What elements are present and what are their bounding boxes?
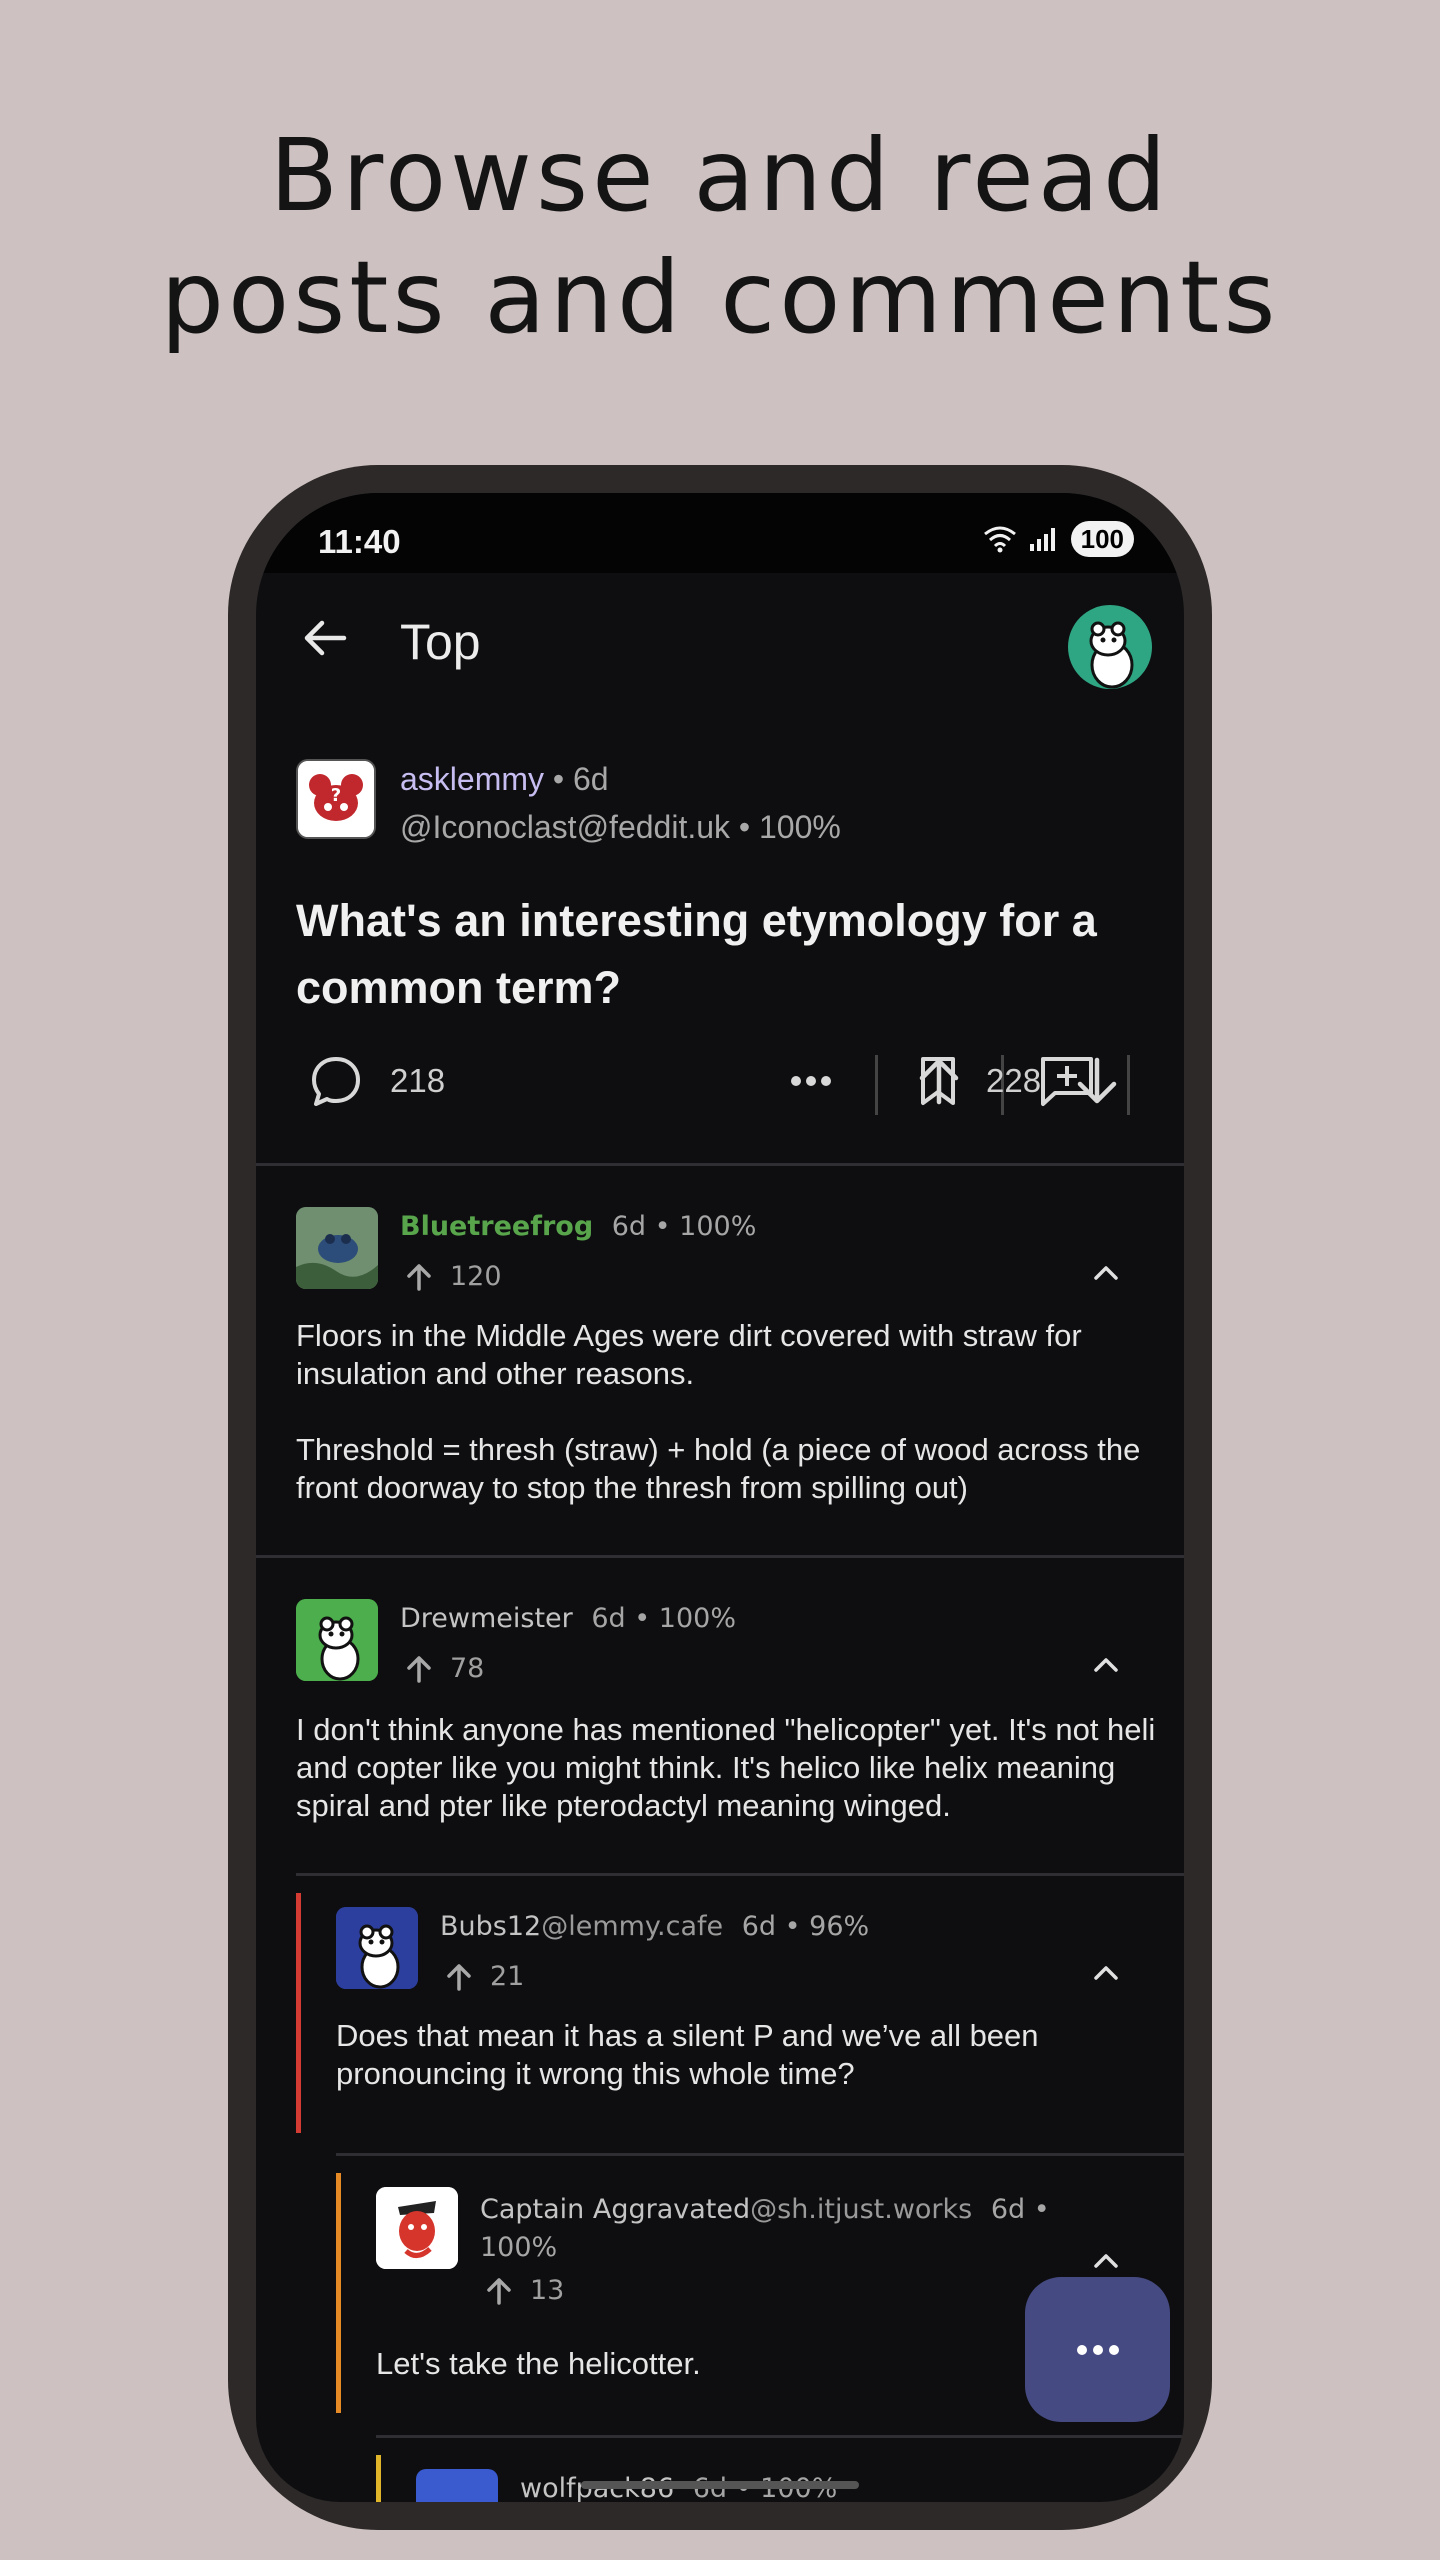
captain-avatar-icon bbox=[376, 2187, 458, 2269]
commenter-avatar[interactable] bbox=[296, 1599, 378, 1681]
phone-screen: 11:40 100 Top ? asklemmy • 6d @Iconoclas… bbox=[256, 493, 1184, 2502]
comment-meta-text: 6d • bbox=[990, 2194, 1050, 2225]
post-community-line: asklemmy • 6d bbox=[400, 761, 609, 798]
more-dots-icon bbox=[1076, 2344, 1119, 2355]
more-actions-fab[interactable] bbox=[1025, 2277, 1170, 2422]
post-vote-cluster: 228 bbox=[256, 1041, 1184, 1121]
upvote-icon bbox=[407, 1263, 431, 1291]
commenter-avatar[interactable] bbox=[376, 2187, 458, 2269]
chevron-up-icon[interactable] bbox=[1086, 1645, 1126, 1685]
frog-avatar-icon bbox=[296, 1207, 378, 1289]
comment-username[interactable]: Captain Aggravated bbox=[480, 2194, 750, 2225]
comment-divider bbox=[296, 1873, 1184, 1876]
comment-score-value: 120 bbox=[450, 1261, 502, 1292]
headline-line-1: Browse and read bbox=[269, 117, 1171, 234]
page-title: Top bbox=[400, 614, 481, 670]
commenter-avatar[interactable] bbox=[296, 1207, 378, 1289]
post-upvote-ratio: • 100% bbox=[738, 809, 841, 845]
downvote-icon bbox=[1077, 1057, 1117, 1104]
comment-score[interactable]: 21 bbox=[444, 1961, 524, 1992]
comment-instance: @sh.itjust.works bbox=[750, 2194, 973, 2225]
comment-meta-text: 6d • 96% bbox=[741, 1911, 870, 1942]
lemmy-mascot-icon bbox=[336, 1907, 418, 1989]
community-name[interactable]: asklemmy bbox=[400, 761, 544, 797]
comment-body: I don't think anyone has mentioned "heli… bbox=[296, 1712, 1156, 1823]
comment-divider bbox=[256, 1555, 1184, 1558]
comment-instance: @lemmy.cafe bbox=[541, 1911, 724, 1942]
comment-item: Bluetreefrog 6d • 100% 120 Floors in the… bbox=[256, 1167, 1184, 1505]
top-app-bar: Top bbox=[256, 573, 1184, 693]
comment-body: Floors in the Middle Ages were dirt cove… bbox=[296, 1317, 1156, 1507]
chevron-up-icon[interactable] bbox=[1086, 1253, 1126, 1293]
comment-divider bbox=[376, 2435, 1184, 2438]
status-icons: 100 bbox=[983, 521, 1134, 557]
downvote-button[interactable] bbox=[1074, 1041, 1120, 1121]
comment-meta: Drewmeister 6d • 100% bbox=[400, 1603, 736, 1634]
headline: Browse and read posts and comments bbox=[0, 115, 1440, 359]
upvote-button[interactable] bbox=[916, 1041, 962, 1121]
comment-meta-text-2: 100% bbox=[480, 2232, 558, 2263]
post-score: 228 bbox=[986, 1062, 1042, 1099]
status-bar: 11:40 100 bbox=[256, 493, 1184, 573]
comment-meta: Captain Aggravated@sh.itjust.works 6d • … bbox=[480, 2191, 1050, 2267]
comment-score[interactable]: 13 bbox=[484, 2275, 564, 2306]
comment-meta: Bluetreefrog 6d • 100% bbox=[400, 1211, 756, 1242]
lemmy-mascot-icon bbox=[1089, 621, 1134, 689]
comment-meta-text: 6d • 100% bbox=[591, 1603, 736, 1634]
comment-username[interactable]: Bluetreefrog bbox=[400, 1211, 593, 1242]
comment-score-value: 21 bbox=[490, 1961, 525, 1992]
comment-paragraph: Threshold = thresh (straw) + hold (a pie… bbox=[296, 1432, 1141, 1505]
comment-score[interactable]: 78 bbox=[404, 1653, 484, 1684]
post-author-line: @Iconoclast@feddit.uk • 100% bbox=[400, 809, 841, 846]
comment-meta: Bubs12@lemmy.cafe 6d • 96% bbox=[440, 1911, 869, 1942]
chevron-up-icon[interactable] bbox=[1086, 2241, 1126, 2281]
commenter-avatar[interactable] bbox=[336, 1907, 418, 1989]
upvote-icon bbox=[407, 1655, 431, 1683]
comment-score-value: 78 bbox=[450, 1653, 485, 1684]
asklemmy-logo-icon: ? bbox=[298, 761, 374, 837]
battery-indicator: 100 bbox=[1070, 521, 1134, 557]
comment-paragraph: Floors in the Middle Ages were dirt cove… bbox=[296, 1318, 1082, 1391]
headline-line-2: posts and comments bbox=[160, 239, 1280, 356]
home-indicator[interactable] bbox=[581, 2481, 859, 2489]
comment-divider bbox=[336, 2153, 1184, 2156]
post-divider bbox=[256, 1163, 1184, 1166]
comment-score[interactable]: 120 bbox=[404, 1261, 502, 1292]
comment-body: Does that mean it has a silent P and we’… bbox=[336, 2018, 1039, 2091]
comment-body: Let's take the helicotter. bbox=[376, 2346, 701, 2381]
upvote-icon bbox=[919, 1058, 959, 1105]
comment-item: Bubs12@lemmy.cafe 6d • 96% 21 Does that … bbox=[256, 1877, 1184, 2147]
post-age: • 6d bbox=[552, 761, 609, 797]
comment-score-value: 13 bbox=[530, 2275, 565, 2306]
community-icon[interactable]: ? bbox=[296, 759, 376, 839]
comment-username[interactable]: Bubs12 bbox=[440, 1911, 541, 1942]
comment-meta-text: 6d • 100% bbox=[611, 1211, 757, 1242]
wifi-icon bbox=[983, 526, 1016, 553]
chevron-up-icon[interactable] bbox=[1086, 1953, 1126, 1993]
comment-item: Drewmeister 6d • 100% 78 I don't think a… bbox=[256, 1559, 1184, 1859]
post-title: What's an interesting etymology for a co… bbox=[296, 895, 1097, 1013]
svg-text:?: ? bbox=[331, 785, 341, 806]
upvote-icon bbox=[447, 1963, 471, 1991]
lemmy-mascot-icon bbox=[296, 1599, 378, 1681]
commenter-avatar[interactable] bbox=[416, 2469, 498, 2502]
comment-item: wolfpack86 6d • 100% bbox=[256, 2439, 1184, 2502]
post-author[interactable]: @Iconoclast@feddit.uk bbox=[400, 809, 730, 845]
account-avatar[interactable] bbox=[1068, 605, 1152, 689]
status-time: 11:40 bbox=[318, 523, 401, 560]
back-arrow-icon[interactable] bbox=[298, 611, 352, 665]
phone-frame: 11:40 100 Top ? asklemmy • 6d @Iconoclas… bbox=[228, 465, 1212, 2530]
comment-username[interactable]: Drewmeister bbox=[400, 1603, 573, 1634]
upvote-icon bbox=[487, 2277, 511, 2305]
signal-icon bbox=[1029, 528, 1055, 551]
